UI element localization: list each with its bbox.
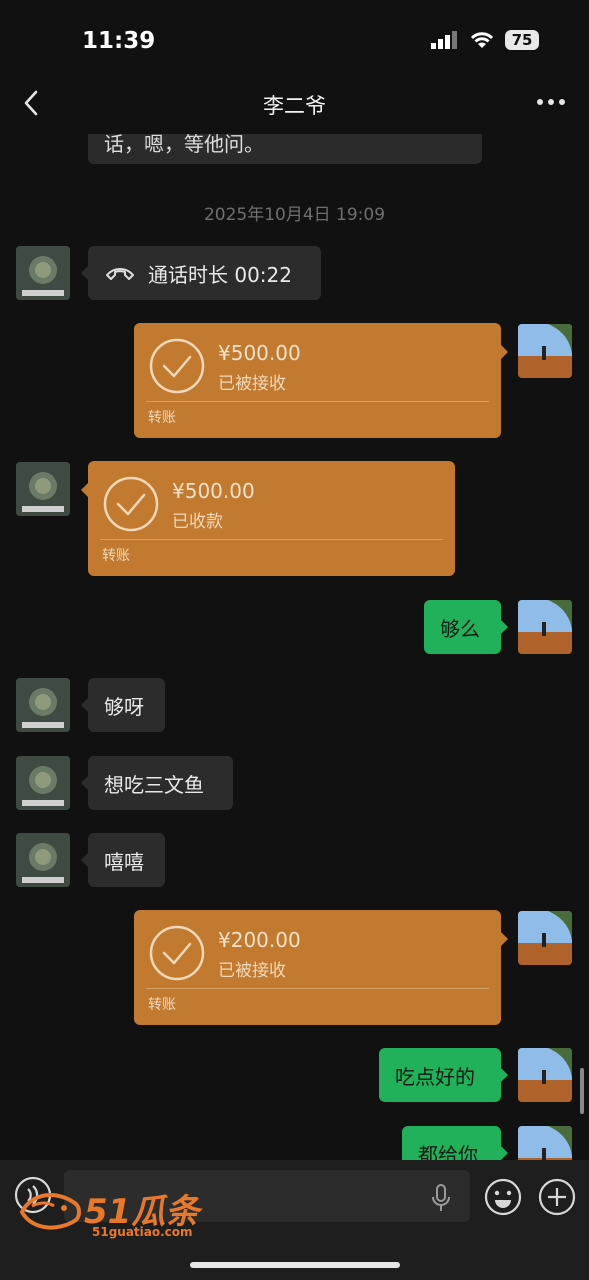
message-text: 吃点好的 <box>395 1064 475 1089</box>
scrollbar[interactable] <box>580 1068 584 1114</box>
transfer-card[interactable]: ¥200.00 已被接收 转账 <box>134 910 508 1025</box>
contact-avatar[interactable] <box>16 678 70 732</box>
received-message-bubble[interactable]: 够呀 <box>81 678 165 732</box>
message-timestamp: 2025年10月4日 19:09 <box>203 205 386 225</box>
contact-avatar[interactable] <box>16 756 70 810</box>
transfer-divider <box>146 401 489 402</box>
signal-icon <box>431 31 457 49</box>
status-icons: 75 <box>431 30 539 50</box>
received-message-bubble[interactable]: 嘻嘻 <box>81 833 165 887</box>
contact-avatar[interactable] <box>16 462 70 516</box>
transfer-card[interactable]: ¥500.00 已收款 转账 <box>81 461 455 576</box>
my-avatar[interactable] <box>518 600 572 654</box>
home-indicator <box>190 1262 400 1268</box>
transfer-label: 转账 <box>148 997 176 1013</box>
my-avatar-image <box>518 600 572 654</box>
transfer-received-check-icon <box>103 476 159 532</box>
transfer-status: 已收款 <box>172 512 223 532</box>
message-text: 想吃三文鱼 <box>104 772 204 797</box>
transfer-received-check-icon <box>149 925 205 981</box>
contact-avatar-image <box>16 678 70 732</box>
chat-header: 李二爷 <box>0 70 589 134</box>
transfer-divider <box>146 988 489 989</box>
transfer-status: 已被接收 <box>218 374 286 394</box>
battery-indicator: 75 <box>505 30 539 50</box>
transfer-label: 转账 <box>148 410 176 426</box>
transfer-received-check-icon <box>149 338 205 394</box>
my-avatar-image <box>518 324 572 378</box>
watermark-url: 51guatiao.com <box>92 1225 193 1239</box>
message-text: 够么 <box>440 616 480 641</box>
status-time: 11:39 <box>82 28 156 54</box>
received-message-bubble[interactable]: 想吃三文鱼 <box>81 756 233 810</box>
more-icon[interactable] <box>535 92 567 112</box>
call-duration-text: 通话时长 00:22 <box>148 262 292 287</box>
contact-avatar[interactable] <box>16 246 70 300</box>
sent-message-bubble[interactable]: 够么 <box>424 600 508 654</box>
microphone-icon[interactable] <box>430 1184 452 1212</box>
transfer-status: 已被接收 <box>218 961 286 981</box>
my-avatar-image <box>518 911 572 965</box>
my-avatar[interactable] <box>518 1048 572 1102</box>
transfer-amount: ¥500.00 <box>218 341 301 365</box>
contact-avatar-image <box>16 246 70 300</box>
transfer-divider <box>100 539 443 540</box>
transfer-label: 转账 <box>102 548 130 564</box>
emoji-icon[interactable] <box>484 1178 522 1216</box>
my-avatar-image <box>518 1048 572 1102</box>
my-avatar[interactable] <box>518 324 572 378</box>
my-avatar[interactable] <box>518 911 572 965</box>
chat-title: 李二爷 <box>263 94 326 118</box>
contact-avatar[interactable] <box>16 833 70 887</box>
contact-avatar-image <box>16 462 70 516</box>
sent-message-bubble[interactable]: 吃点好的 <box>379 1048 508 1102</box>
message-text: 嘻嘻 <box>104 849 144 874</box>
message-text: 够呀 <box>104 694 144 719</box>
transfer-amount: ¥200.00 <box>218 928 301 952</box>
watermark-fish-logo-icon <box>19 1192 81 1230</box>
wifi-icon <box>470 32 494 48</box>
contact-avatar-image <box>16 833 70 887</box>
contact-avatar-image <box>16 756 70 810</box>
call-record-bubble[interactable]: 通话时长 00:22 <box>81 246 321 300</box>
transfer-card[interactable]: ¥500.00 已被接收 转账 <box>134 323 508 438</box>
phone-hangup-icon <box>106 268 134 280</box>
transfer-amount: ¥500.00 <box>172 479 255 503</box>
add-attachment-icon[interactable] <box>538 1178 576 1216</box>
